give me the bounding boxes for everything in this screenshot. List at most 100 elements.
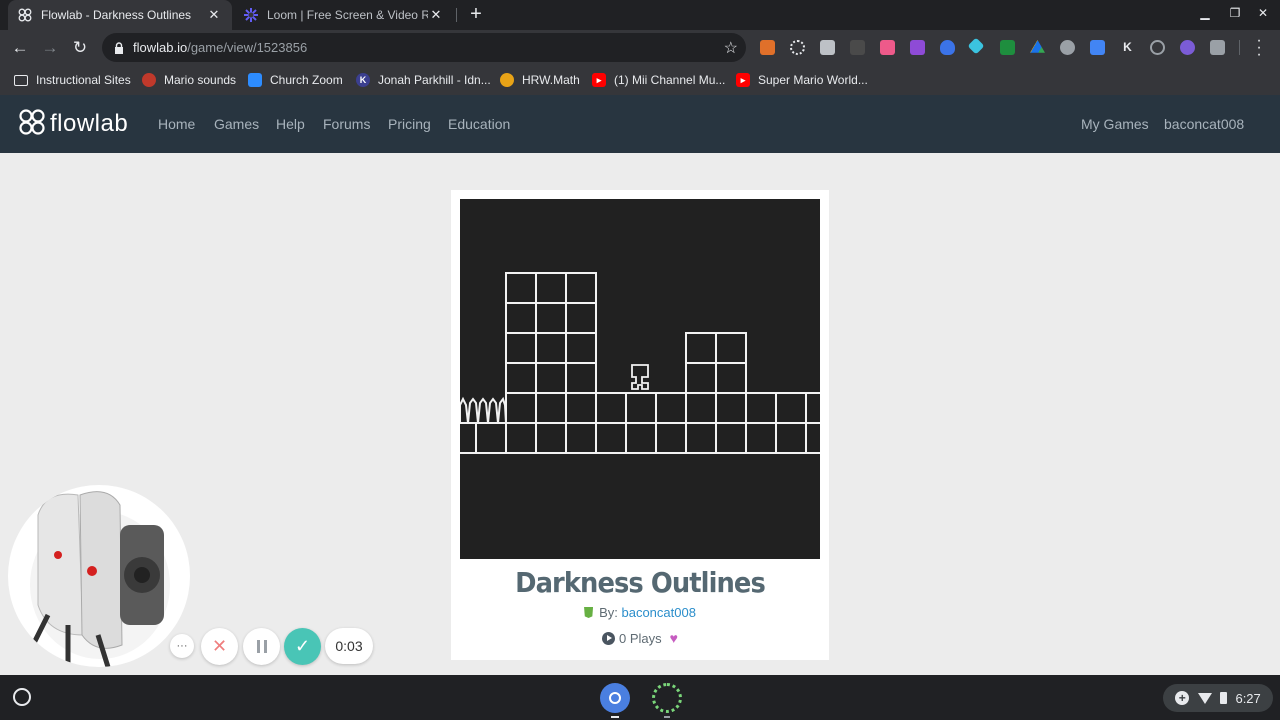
tower-blocks (505, 272, 597, 394)
bookmark-item[interactable]: HRW.Math (500, 72, 580, 88)
new-tab-button[interactable]: + (466, 4, 486, 25)
author-link[interactable]: baconcat008 (621, 605, 695, 620)
youtube-icon: ▸ (736, 73, 750, 87)
tab-title: Loom | Free Screen & Video Recording (267, 8, 428, 22)
play-icon (602, 632, 616, 645)
pause-icon (256, 640, 267, 653)
system-shelf: + 6:27 (0, 675, 1280, 720)
extension-icon[interactable] (880, 40, 895, 55)
site-header: flowlab Home Games Help Forums Pricing E… (0, 95, 1280, 153)
bookmark-label: Church Zoom (270, 73, 343, 87)
active-app-indicator (611, 716, 619, 718)
extension-icon[interactable] (820, 40, 835, 55)
address-bar[interactable]: flowlab.io/game/view/1523856 ☆ (102, 33, 746, 62)
url-host: flowlab.io (133, 40, 188, 55)
toolbar-divider (1239, 40, 1240, 55)
bookmark-item[interactable]: Instructional Sites (14, 72, 131, 88)
close-icon: ✕ (211, 636, 228, 656)
loom-finish-button[interactable]: ✓ (284, 628, 321, 665)
bookmark-item[interactable]: ▸ Super Mario World... (736, 72, 868, 88)
tab-close-icon[interactable]: ✕ (428, 7, 444, 23)
url-path: /game/view/1523856 (187, 40, 308, 55)
wifi-icon (1197, 692, 1212, 704)
extension-icon[interactable] (850, 40, 865, 55)
extension-icon[interactable] (940, 40, 955, 55)
loom-cancel-button[interactable]: ✕ (201, 628, 238, 665)
bookmark-star-icon[interactable]: ☆ (724, 38, 738, 58)
extension-icon[interactable] (1000, 40, 1015, 55)
forward-arrow-icon[interactable]: → (39, 37, 61, 59)
nav-help[interactable]: Help (276, 116, 305, 132)
bookmark-label: Mario sounds (164, 73, 237, 87)
bookmark-item[interactable]: K Jonah Parkhill - Idn... (356, 72, 491, 88)
tab-close-icon[interactable]: ✕ (206, 7, 222, 23)
url-text: flowlab.io/game/view/1523856 (133, 40, 307, 55)
close-window-icon[interactable]: ✕ (1252, 6, 1274, 24)
tab-divider (456, 8, 457, 22)
extension-icon[interactable] (760, 40, 775, 55)
nav-pricing[interactable]: Pricing (388, 116, 431, 132)
nav-forums[interactable]: Forums (323, 116, 370, 132)
more-icon: ··· (176, 640, 188, 652)
site-logo[interactable]: flowlab (18, 108, 129, 139)
mushroom-icon (142, 73, 156, 87)
spikes (460, 396, 507, 424)
game-author-line: By: baconcat008 (451, 605, 829, 620)
small-tower-blocks (685, 332, 747, 394)
heart-icon[interactable]: ♥ (670, 630, 678, 646)
extension-icon[interactable] (1210, 40, 1225, 55)
loom-timer: 0:03 (325, 628, 373, 664)
chrome-menu-icon[interactable]: · · · (1254, 33, 1264, 63)
google-drive-icon[interactable] (1030, 40, 1045, 53)
battery-icon (1220, 692, 1228, 704)
loom-app-icon[interactable] (652, 683, 682, 713)
ground-blocks (460, 392, 820, 454)
game-title: Darkness Outlines (515, 566, 766, 599)
nav-my-games[interactable]: My Games (1081, 116, 1149, 132)
player-character (631, 364, 649, 390)
bookmark-label: Jonah Parkhill - Idn... (378, 73, 491, 87)
robot-turret-image (25, 491, 170, 667)
restore-icon[interactable]: ❐ (1224, 6, 1246, 24)
extension-icon[interactable] (1060, 40, 1075, 55)
bookmark-item[interactable]: Mario sounds (142, 72, 236, 88)
loom-icon (244, 8, 258, 22)
loom-more-button[interactable]: ··· (170, 634, 194, 658)
zoom-icon (248, 73, 262, 87)
tab-strip: Flowlab - Darkness Outlines ✕ Loom | Fre… (0, 0, 1280, 30)
reload-icon[interactable]: ↻ (69, 37, 91, 59)
lock-icon (114, 41, 124, 59)
extension-icon[interactable] (1090, 40, 1105, 55)
loom-pause-button[interactable] (243, 628, 280, 665)
bookmark-label: Super Mario World... (758, 73, 868, 87)
logo-text: flowlab (50, 110, 129, 137)
tab-loom[interactable]: Loom | Free Screen & Video Recording ✕ (234, 0, 454, 30)
launcher-icon[interactable] (13, 688, 31, 706)
status-tray[interactable]: + 6:27 (1163, 684, 1273, 712)
nav-user-profile[interactable]: baconcat008 (1164, 116, 1244, 132)
tab-flowlab[interactable]: Flowlab - Darkness Outlines ✕ (8, 0, 232, 30)
extension-icon[interactable] (1180, 40, 1195, 55)
flowlab-logo-icon (18, 8, 32, 22)
bookmark-label: (1) Mii Channel Mu... (614, 73, 726, 87)
k-icon[interactable]: K (1120, 40, 1135, 55)
minimize-icon[interactable]: ▁ (1194, 6, 1216, 24)
loom-camera-bubble[interactable] (8, 485, 190, 667)
back-arrow-icon[interactable]: ← (9, 37, 31, 59)
app-indicator (664, 716, 670, 718)
nav-home[interactable]: Home (158, 116, 195, 132)
bookmark-label: Instructional Sites (36, 73, 131, 87)
nav-games[interactable]: Games (214, 116, 259, 132)
extension-icon[interactable] (1150, 40, 1165, 55)
checkmark-icon: ✓ (294, 636, 311, 656)
bookmark-item[interactable]: Church Zoom (248, 72, 343, 88)
extension-icon[interactable] (910, 40, 925, 55)
bookmark-item[interactable]: ▸ (1) Mii Channel Mu... (592, 72, 725, 88)
nav-education[interactable]: Education (448, 116, 510, 132)
game-preview[interactable] (460, 199, 820, 559)
bookmarks-bar: Instructional Sites Mario sounds Church … (0, 65, 1280, 95)
chrome-app-icon[interactable] (600, 683, 630, 713)
game-card: Darkness Outlines By: baconcat008 0 Play… (451, 190, 829, 660)
extension-icon[interactable] (790, 40, 805, 55)
extension-icon[interactable] (967, 37, 985, 55)
